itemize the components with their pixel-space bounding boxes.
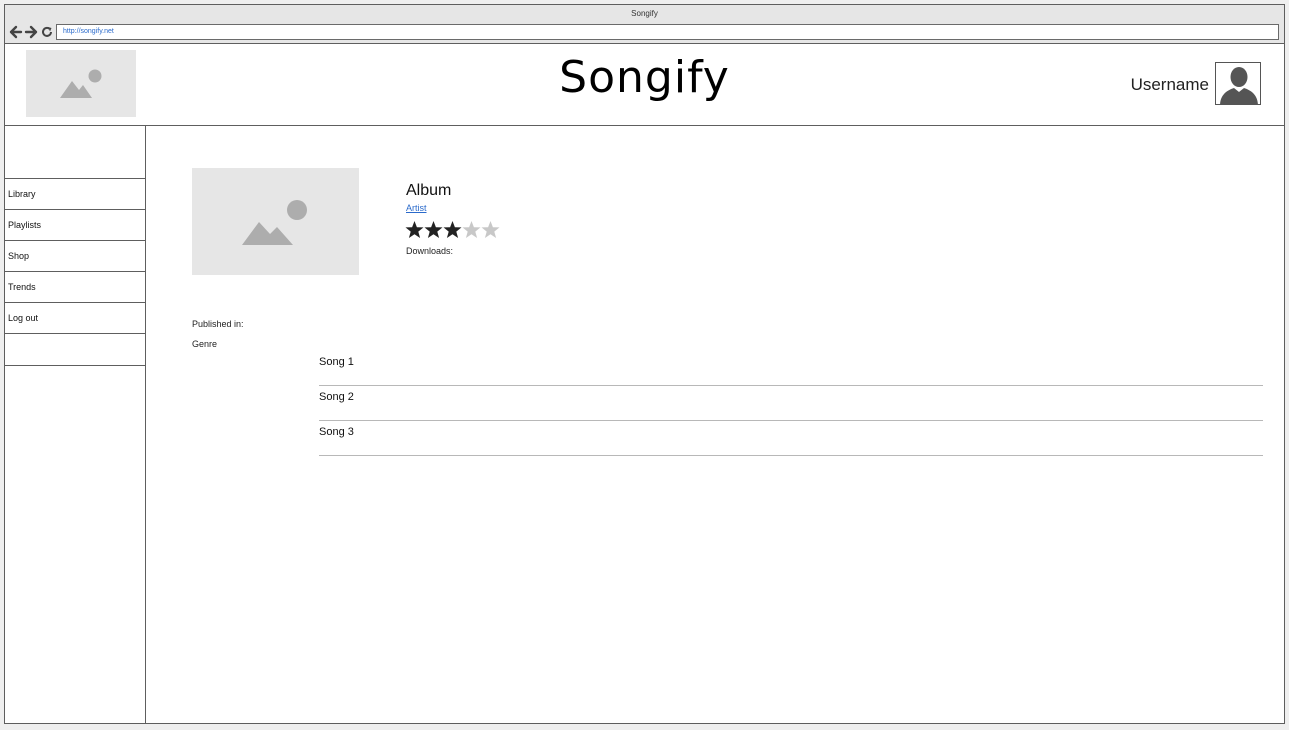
song-row[interactable]: Song 2 bbox=[319, 386, 1263, 421]
sidebar-item-playlists[interactable]: Playlists bbox=[5, 210, 145, 241]
downloads-label: Downloads: bbox=[406, 246, 454, 256]
back-arrow-icon[interactable] bbox=[9, 25, 23, 39]
browser-navbar: http://songify.net bbox=[5, 23, 1284, 43]
published-label: Published in: bbox=[192, 319, 244, 329]
url-input[interactable]: http://songify.net bbox=[56, 24, 1279, 40]
browser-window: Songify http://songify.net Songify Usern… bbox=[4, 4, 1285, 724]
reload-icon[interactable] bbox=[40, 25, 54, 39]
sidebar-item-trends[interactable]: Trends bbox=[5, 272, 145, 303]
song-row[interactable]: Song 1 bbox=[319, 351, 1263, 386]
song-list: Song 1 Song 2 Song 3 bbox=[319, 351, 1263, 456]
sidebar-spacer bbox=[5, 126, 145, 179]
main-content: Album Artist Downloads: Published in: Ge… bbox=[146, 126, 1284, 723]
sidebar-item-log-out[interactable]: Log out bbox=[5, 303, 145, 334]
star-filled-icon[interactable] bbox=[424, 220, 443, 240]
brand-title: Songify bbox=[559, 52, 730, 103]
genre-label: Genre bbox=[192, 339, 218, 349]
star-filled-icon[interactable] bbox=[443, 220, 462, 240]
sidebar-item-shop[interactable]: Shop bbox=[5, 241, 145, 272]
song-row[interactable]: Song 3 bbox=[319, 421, 1263, 456]
star-empty-icon[interactable] bbox=[462, 220, 481, 240]
image-placeholder-icon bbox=[242, 200, 307, 245]
artist-link[interactable]: Artist bbox=[406, 203, 427, 213]
rating-stars[interactable] bbox=[405, 220, 500, 240]
star-filled-icon[interactable] bbox=[405, 220, 424, 240]
album-title: Album bbox=[406, 182, 452, 199]
forward-arrow-icon[interactable] bbox=[24, 25, 38, 39]
sidebar-item-library[interactable]: Library bbox=[5, 179, 145, 210]
star-empty-icon[interactable] bbox=[481, 220, 500, 240]
sidebar-item-empty bbox=[5, 334, 145, 366]
app-header: Songify Username bbox=[5, 44, 1284, 125]
avatar[interactable] bbox=[1215, 62, 1261, 105]
sidebar: Library Playlists Shop Trends Log out bbox=[5, 126, 146, 723]
username-label[interactable]: Username bbox=[1131, 75, 1209, 95]
window-title: Songify bbox=[5, 5, 1284, 24]
user-silhouette-icon bbox=[1220, 67, 1258, 104]
album-cover-placeholder bbox=[192, 168, 359, 275]
